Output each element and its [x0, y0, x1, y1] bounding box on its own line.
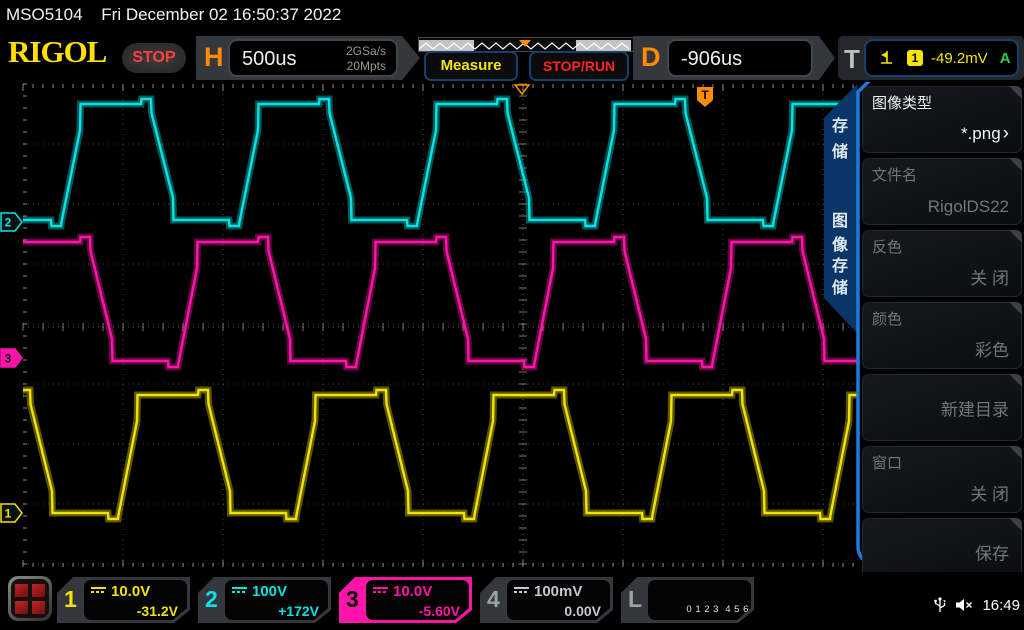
menu-item-label: 图像类型 [872, 92, 932, 113]
trigger-source-badge: 1 [907, 50, 923, 66]
sample-rate: 2GSa/s [346, 44, 386, 58]
trigger-level: -49.2mV [931, 50, 988, 67]
channel-offset: +172V [232, 603, 319, 619]
menu-item-value: *.png› [961, 123, 1009, 145]
side-tab-storage[interactable]: 存 [832, 116, 848, 135]
side-tab-storage[interactable]: 储 [831, 142, 848, 161]
delay-settings-group[interactable]: D -906us [633, 36, 835, 80]
run-state-indicator: STOP [122, 43, 186, 73]
menu-item-value: 关 闭 [970, 480, 1009, 505]
menu-item-value: RigolDS22 [928, 197, 1009, 217]
dc-coupling-icon [514, 587, 529, 597]
status-bar: 1 10.0V -31.2V 2 100V +172V 3 10.0V -5.60V 4 100mV… [0, 572, 1024, 630]
dc-coupling-icon [91, 587, 106, 597]
channel-number: 4 [487, 586, 500, 613]
dc-coupling-icon [373, 587, 388, 597]
rigol-logo: RIGOL [8, 34, 106, 70]
menu-item-value: 彩色 [975, 336, 1009, 361]
channel-1-status-box[interactable]: 1 10.0V -31.2V [57, 577, 190, 623]
menu-item-4[interactable]: 颜色彩色 [862, 302, 1022, 369]
horizontal-settings-group[interactable]: H 500us 2GSa/s 20Mpts [196, 36, 420, 80]
menu-item-6[interactable]: 窗口关 闭 [862, 446, 1022, 513]
channel-4-status-box[interactable]: 4 100mV 0.00V [480, 577, 613, 623]
record-bar-graphic [419, 40, 631, 51]
datetime: Fri December 02 16:50:37 2022 [101, 5, 341, 24]
title-bar: MSO5104 Fri December 02 16:50:37 2022 [0, 0, 1024, 30]
menu-item-label: 窗口 [872, 452, 902, 473]
usb-icon [933, 596, 947, 614]
channel-marker-label: 2 [5, 216, 12, 230]
delay-box[interactable]: -906us [667, 39, 813, 77]
menu-item-2[interactable]: 文件名 RigolDS22 [862, 158, 1022, 225]
channel-offset: -5.60V [373, 603, 460, 619]
t-label: T [844, 44, 860, 75]
side-tab-image-storage[interactable]: 像 [832, 235, 849, 254]
toolbar: RIGOL STOP H 500us 2GSa/s 20Mpts Measure [0, 30, 1024, 82]
channel-2-status-box[interactable]: 2 100V +172V [198, 577, 331, 623]
menu-item-value: 新建目录 [941, 395, 1009, 420]
channel-3-status-box[interactable]: 3 10.0V -5.60V [339, 577, 472, 623]
menu-item-label: 颜色 [872, 308, 902, 329]
channel-number: 3 [346, 586, 359, 613]
logic-label: L [628, 586, 642, 613]
menu-item-value: 关 闭 [970, 264, 1009, 289]
trigger-box[interactable]: 1 -49.2mV A [864, 39, 1019, 77]
menu-item-value: 保存 [975, 539, 1009, 564]
stop-run-button[interactable]: STOP/RUN [529, 51, 629, 81]
channel-number: 1 [64, 586, 77, 613]
acquisition-info: 2GSa/s 20Mpts [346, 44, 386, 74]
channel-grid-icon [11, 579, 49, 618]
waveform-record-bar[interactable] [418, 37, 634, 52]
channel-marker-label: 1 [5, 507, 12, 521]
channel-offset: -31.2V [91, 603, 178, 619]
channel-number: 2 [205, 586, 218, 613]
side-tab-image-storage[interactable]: 存 [832, 256, 848, 275]
side-tab-image-storage[interactable]: 储 [831, 278, 848, 297]
menu-item-1[interactable]: 图像类型 *.png› [862, 86, 1022, 153]
memory-depth: 20Mpts [347, 59, 386, 73]
trigger-settings-group[interactable]: T 1 -49.2mV A [838, 36, 1024, 80]
channel-scale: 10.0V [111, 583, 150, 600]
channel-offset: 0.00V [514, 603, 601, 619]
oscilloscope-screen: 231T存储图像存储 MSO5104 Fri December 02 16:50… [0, 0, 1024, 630]
menu-item-3[interactable]: 反色关 闭 [862, 230, 1022, 297]
side-tab-image-storage[interactable]: 图 [832, 212, 848, 230]
channel-scale: 10.0V [393, 583, 432, 600]
logic-channel-numbers: 0 1 2 3 4 5 6 7 8 9 10 11 12 13 14 15 [655, 583, 742, 630]
channel-scale: 100mV [534, 583, 582, 600]
d-label: D [641, 42, 661, 73]
channel-grid-button[interactable] [8, 576, 52, 621]
channel-marker-label: 3 [5, 352, 12, 366]
timebase-value: 500us [242, 48, 297, 71]
timebase-box[interactable]: 500us 2GSa/s 20Mpts [228, 39, 398, 77]
model-name: MSO5104 [6, 5, 83, 24]
trigger-edge-icon [878, 50, 893, 66]
svg-text:T: T [701, 88, 709, 102]
logic-channels-box[interactable]: L 0 1 2 3 4 5 6 7 8 9 10 11 12 13 14 15 [621, 577, 754, 623]
speaker-muted-icon[interactable] [955, 597, 974, 613]
menu-item-5[interactable]: 新建目录 [862, 374, 1022, 441]
trigger-mode: A [1000, 50, 1011, 67]
delay-value: -906us [681, 48, 742, 71]
horizontal-reference-marker[interactable] [515, 85, 529, 94]
measure-button[interactable]: Measure [424, 51, 518, 81]
menu-item-label: 文件名 [872, 164, 917, 185]
clock: 16:49 [982, 597, 1020, 614]
channel-scale: 100V [252, 583, 287, 600]
h-label: H [204, 42, 224, 73]
dc-coupling-icon [232, 587, 247, 597]
menu-item-label: 反色 [872, 236, 902, 257]
chevron-right-icon: › [1003, 123, 1009, 144]
